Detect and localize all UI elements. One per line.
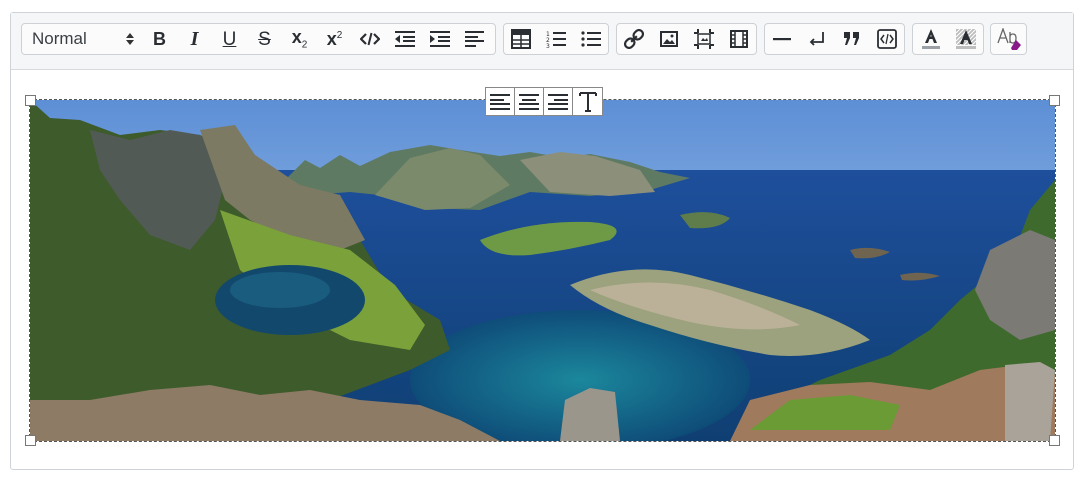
link-icon — [624, 29, 645, 49]
underline-icon: U — [222, 28, 237, 50]
italic-button[interactable]: I — [177, 24, 212, 54]
align-button[interactable] — [457, 24, 492, 54]
image-button[interactable] — [652, 24, 687, 54]
source-code-icon — [876, 29, 897, 49]
toolbar-group-lists: 123 — [503, 23, 609, 55]
editor-toolbar: Normal B I U S x2 x2 1 2 3 — [11, 13, 1073, 70]
code-icon — [359, 32, 380, 46]
resize-handle-top-left[interactable] — [25, 95, 36, 106]
subscript-base: x — [291, 26, 302, 47]
align-left-icon — [465, 31, 484, 47]
subscript-button[interactable]: x2 — [282, 24, 317, 54]
resize-handle-top-right[interactable] — [1049, 95, 1060, 106]
outdent-icon — [394, 31, 415, 47]
strikethrough-button[interactable]: S — [247, 24, 282, 54]
superscript-button[interactable]: x2 — [317, 24, 352, 54]
rich-text-editor: Normal B I U S x2 x2 1 2 3 — [10, 12, 1074, 470]
resize-handle-bottom-left[interactable] — [25, 435, 36, 446]
resize-frame-icon — [693, 29, 714, 49]
code-button[interactable] — [352, 24, 387, 54]
image-align-center-button[interactable] — [515, 88, 544, 115]
bold-icon: B — [153, 29, 166, 49]
resize-handle-bottom-right[interactable] — [1049, 435, 1060, 446]
align-center-icon — [519, 93, 539, 110]
image-align-left-button[interactable] — [486, 88, 515, 115]
selected-image[interactable] — [29, 99, 1056, 442]
superscript-icon: x2 — [327, 30, 343, 48]
underline-button[interactable]: U — [212, 24, 247, 54]
background-color-button[interactable] — [948, 24, 983, 54]
format-select-value: Normal — [32, 29, 87, 48]
italic-icon: I — [190, 28, 199, 50]
toolbar-group-blocks — [764, 23, 905, 55]
image-align-toolbar — [485, 87, 603, 116]
image-text-wrap-button[interactable] — [573, 88, 602, 115]
horizontal-rule-icon — [773, 38, 792, 41]
ordered-list-button[interactable]: 123 — [539, 24, 574, 54]
toolbar-group-clear — [990, 23, 1027, 55]
html-source-button[interactable] — [869, 24, 904, 54]
line-break-icon — [809, 32, 825, 46]
text-color-button[interactable] — [913, 24, 948, 54]
horizontal-rule-button[interactable] — [765, 24, 800, 54]
toolbar-group-media — [616, 23, 757, 55]
indent-icon — [429, 31, 450, 47]
align-right-icon — [548, 93, 568, 110]
indent-button[interactable] — [422, 24, 457, 54]
toolbar-group-formatting: Normal B I U S x2 x2 — [21, 23, 496, 55]
bold-button[interactable]: B — [142, 24, 177, 54]
table-icon — [511, 29, 532, 49]
blockquote-button[interactable] — [835, 24, 870, 54]
highlight-color-icon — [955, 29, 976, 49]
outdent-button[interactable] — [387, 24, 422, 54]
svg-text:3: 3 — [546, 43, 550, 48]
text-color-icon — [921, 29, 940, 49]
link-button[interactable] — [617, 24, 652, 54]
bullet-list-icon — [581, 31, 601, 47]
ordered-list-icon: 123 — [546, 31, 566, 48]
quote-icon — [843, 32, 859, 45]
line-break-button[interactable] — [800, 24, 835, 54]
image-icon — [660, 31, 679, 47]
select-arrows-icon — [126, 33, 134, 45]
bullet-list-button[interactable] — [573, 24, 608, 54]
video-button[interactable] — [721, 24, 756, 54]
superscript-index: 2 — [336, 30, 343, 41]
format-select[interactable]: Normal — [22, 24, 142, 54]
superscript-base: x — [326, 29, 337, 49]
subscript-icon: x2 — [292, 28, 308, 51]
subscript-index: 2 — [301, 39, 308, 51]
image-align-right-button[interactable] — [544, 88, 573, 115]
align-left-icon — [490, 93, 510, 110]
film-icon — [729, 30, 748, 48]
clear-formatting-button[interactable] — [991, 24, 1026, 54]
clear-formatting-icon — [996, 28, 1021, 50]
editor-content[interactable] — [11, 70, 1073, 469]
landscape-panorama-image — [30, 100, 1055, 441]
toolbar-group-colors — [912, 23, 984, 55]
table-button[interactable] — [504, 24, 539, 54]
text-cursor-icon — [578, 91, 597, 112]
image-resize-button[interactable] — [687, 24, 722, 54]
strikethrough-icon: S — [258, 28, 271, 50]
